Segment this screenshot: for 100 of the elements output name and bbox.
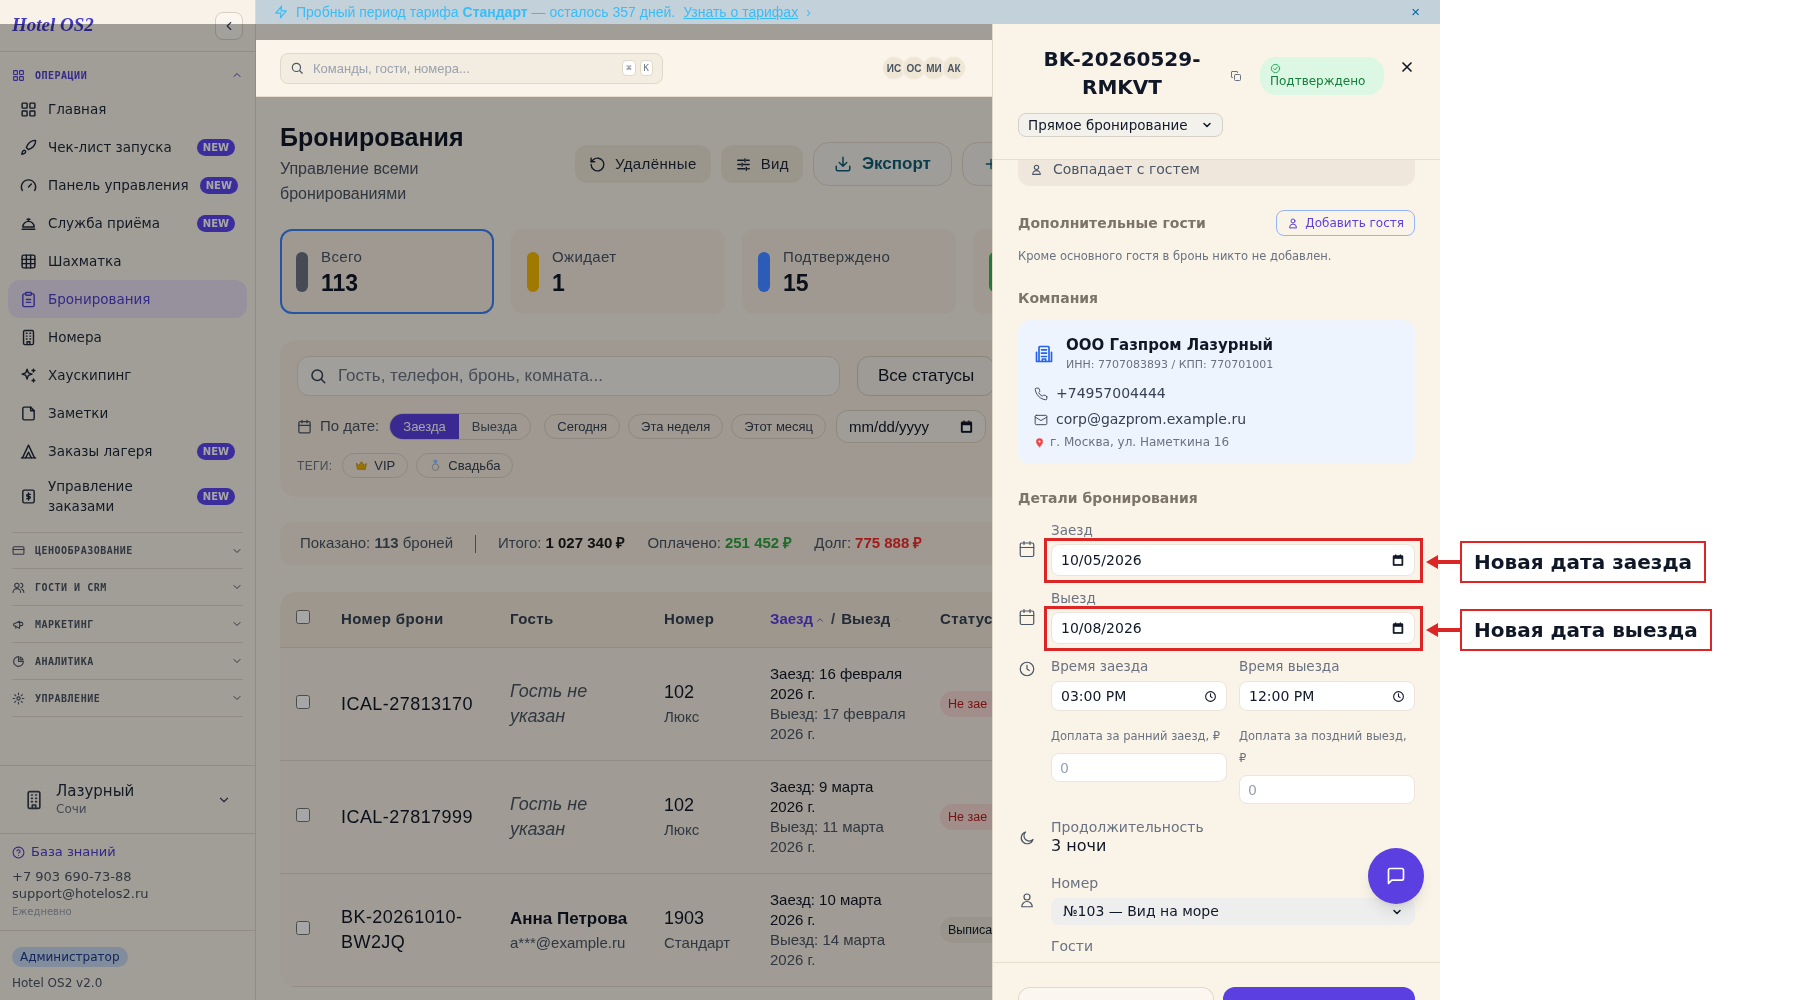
sidebar-item[interactable]: Заметки [8,394,247,432]
company-email: corp@gazprom.example.ru [1056,410,1247,429]
sidebar-item[interactable]: Номера [8,318,247,356]
section-header[interactable]: ОПЕРАЦИИ [12,60,243,90]
person-icon [1030,163,1043,176]
date-mode-tab[interactable]: Выезда [458,414,531,439]
status-badge: Выписа [940,917,992,943]
sidebar-item[interactable]: Панель управления NEW [8,166,247,204]
field-label: Продолжительность [1051,819,1204,835]
select-all-checkbox[interactable] [296,610,310,625]
field-label: Заезд [1051,522,1093,538]
time-field[interactable]: 03:00 PM [1051,681,1227,711]
chevron-text: › [806,2,811,22]
view-button[interactable]: Вид [720,145,803,183]
sidebar-item[interactable]: Главная [8,90,247,128]
knowledge-base-link[interactable]: База знаний [12,843,243,861]
room-number: 1903 [664,907,706,931]
section-title: УПРАВЛЕНИЕ [35,691,101,706]
chat-button[interactable] [1368,848,1424,904]
new-badge: NEW [196,138,235,156]
time-field[interactable]: 12:00 PM [1239,681,1415,711]
date-field[interactable]: 10/05/2026 [1051,544,1415,576]
dollar-icon [20,487,37,505]
table-icon [20,252,37,270]
user-avatar[interactable]: ОС [902,56,926,80]
sidebar-item[interactable]: Бронирования [8,280,247,318]
add-guest-button[interactable]: Добавить гостя [1276,210,1415,236]
building-icon [20,328,37,346]
section-header[interactable]: ГОСТИ И CRM [12,569,243,606]
check-circle-icon [1270,63,1281,74]
column-header[interactable]: Выезд [841,608,903,631]
section-header[interactable]: МАРКЕТИНГ [12,606,243,643]
booking-id[interactable]: BK-20261010-BW2JQ [341,905,491,955]
company-phone: +74957004444 [1056,384,1166,403]
help-icon [12,845,25,859]
calendar-icon [959,419,975,434]
summary-label: Оплачено: [647,533,721,554]
sidebar-item[interactable]: Заказы лагеря NEW [8,432,247,470]
booking-id[interactable]: ICAL-27813170 [341,691,491,717]
column-header[interactable]: Статус [940,608,992,631]
sidebar-item[interactable]: Хаускипинг [8,356,247,394]
date-mode-tab[interactable]: Заезда [390,414,459,439]
moon-icon [1018,829,1036,847]
sidebar-item[interactable]: Управление заказами NEW [8,470,247,522]
stat-card[interactable]: Всего 113 [280,229,494,314]
section-title: ЦЕНООБРАЗОВАНИЕ [35,544,133,558]
user-avatar[interactable]: АК [942,56,966,80]
section-header[interactable]: АНАЛИТИКА [12,643,243,680]
fee-input-field[interactable]: 0 [1051,753,1227,782]
close-banner-button[interactable]: × [1411,0,1420,24]
stat-card[interactable]: Ожидает 1 [511,229,725,314]
separator-text: / [831,609,836,630]
guest-name: Гость не указан [510,793,589,841]
sidebar-item[interactable]: Чек-лист запуска NEW [8,128,247,166]
sidebar-item[interactable]: Шахматка [8,242,247,280]
chat-icon [1386,866,1406,886]
pie-chart-icon [12,654,25,668]
copy-button[interactable] [1230,70,1242,82]
field-label: Номер [1051,875,1099,891]
user-avatar[interactable]: ИС [882,56,906,80]
column-header[interactable]: Номер брони [341,608,510,631]
stat-card[interactable]: Подтверждено 15 [742,229,956,314]
section-header[interactable]: ЦЕНООБРАЗОВАНИЕ [12,532,243,569]
stat-label: Всего [321,247,363,268]
phone-icon [1034,386,1048,401]
close-button[interactable] [1399,59,1415,75]
sidebar-item[interactable]: Служба приёма NEW [8,204,247,242]
row-checkbox[interactable] [296,808,310,822]
room-select[interactable]: №103 — Вид на море [1051,898,1415,925]
app-version: Hotel OS2 v2.0 [12,975,103,992]
row-checkbox[interactable] [296,695,310,709]
column-header[interactable]: Номер [664,608,770,631]
booking-search-field[interactable]: Гость, телефон, бронь, комната... [297,356,840,396]
page-title: Бронирования [280,122,465,153]
calendar-icon [1018,540,1036,558]
pin-icon [1034,436,1045,448]
person-icon [1287,217,1300,229]
source-select[interactable]: Прямое бронирование [1018,113,1223,137]
guest-match-text: Совпадает с гостем [1053,160,1200,178]
row-checkbox[interactable] [296,921,310,935]
booking-id[interactable]: ICAL-27817999 [341,804,491,830]
column-header[interactable]: Гость [510,608,664,631]
clipboard-icon [20,290,37,308]
fee-input-field[interactable]: 0 [1239,775,1415,804]
section-header[interactable]: УПРАВЛЕНИЕ [12,680,243,717]
search-icon [309,367,327,385]
column-header[interactable]: Заезд [770,608,826,631]
date-field[interactable]: mm/dd/yyyy [836,410,987,443]
date-field[interactable]: 10/08/2026 [1051,612,1415,644]
person-icon [1018,891,1036,909]
new-badge: NEW [196,214,235,232]
user-avatar[interactable]: МИ [922,56,946,80]
section-title: Дополнительные гости [1018,213,1206,233]
collapse-button[interactable] [215,11,243,40]
section-title: АНАЛИТИКА [35,654,94,669]
export-button[interactable]: Экспорт [812,142,952,186]
status-filter-select[interactable]: Все статусы [857,356,992,396]
deleted-button[interactable]: Удалённые [575,145,711,183]
new-badge: NEW [196,487,235,505]
clock-icon [1018,660,1036,678]
